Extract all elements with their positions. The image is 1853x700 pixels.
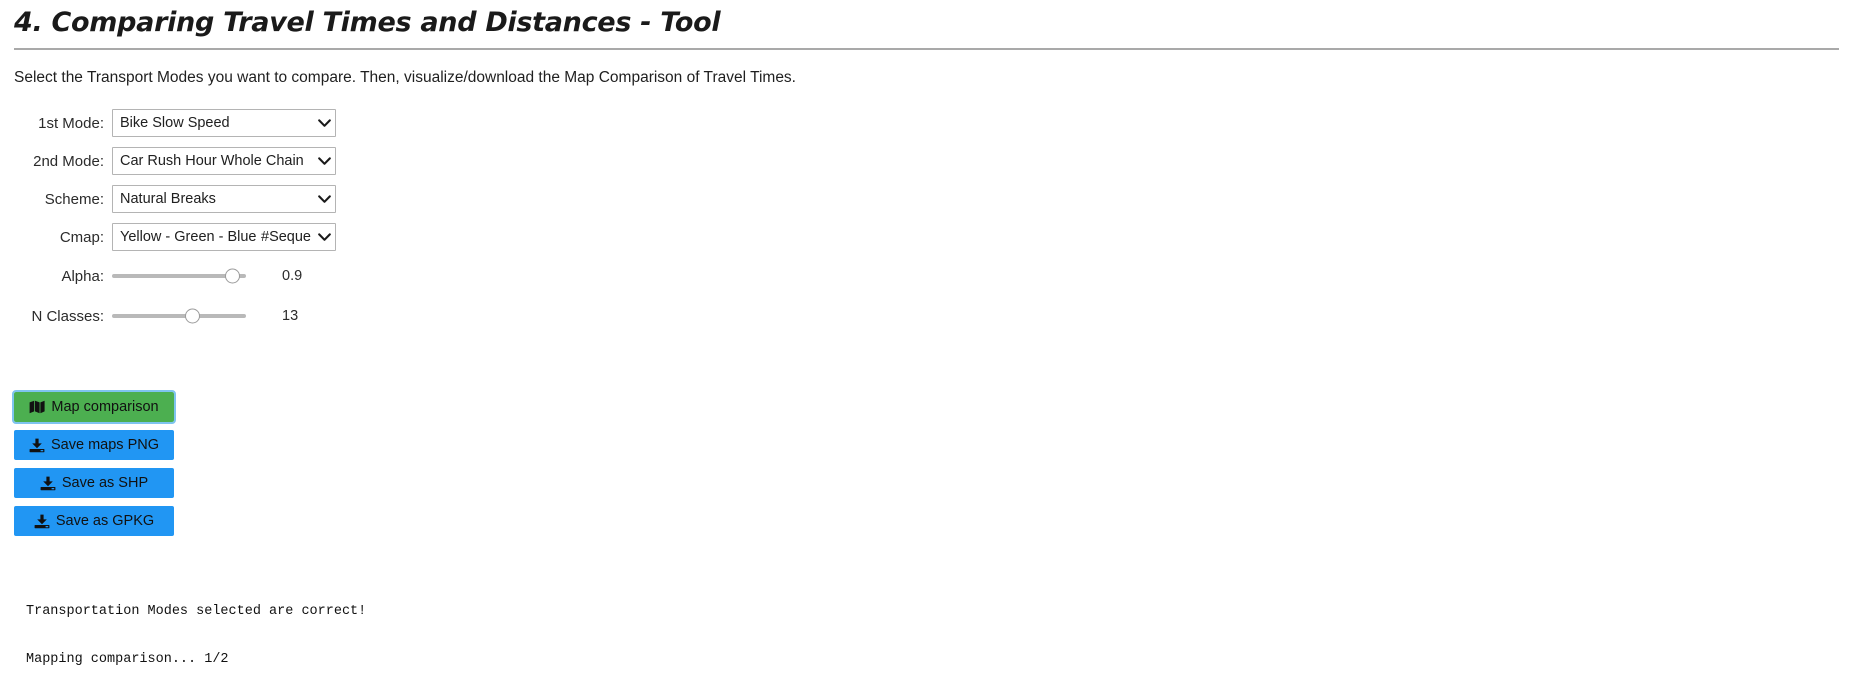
first-mode-value: Bike Slow Speed	[120, 115, 230, 131]
first-mode-label: 1st Mode:	[38, 114, 104, 132]
chevron-down-icon	[313, 186, 335, 212]
cmap-label: Cmap:	[59, 228, 104, 246]
second-mode-select[interactable]: Car Rush Hour Whole Chain	[112, 147, 336, 175]
n-classes-slider-thumb[interactable]	[184, 308, 200, 324]
form-row-first-mode: 1st Mode: Bike Slow Speed	[0, 104, 700, 142]
form-row-cmap: Cmap: Yellow - Green - Blue #Seque	[0, 218, 700, 256]
n-classes-slider[interactable]	[112, 302, 246, 330]
n-classes-label: N Classes:	[31, 307, 104, 325]
alpha-slider[interactable]	[112, 262, 246, 290]
scheme-value: Natural Breaks	[120, 191, 216, 207]
intro-description: Select the Transport Modes you want to c…	[14, 69, 796, 86]
alpha-label: Alpha:	[61, 267, 104, 285]
save-maps-png-button-label: Save maps PNG	[51, 437, 159, 453]
save-as-gpkg-button-label: Save as GPKG	[55, 513, 155, 529]
save-as-shp-button-label: Save as SHP	[61, 475, 149, 491]
tool-page: 4. Comparing Travel Times and Distances …	[0, 0, 1853, 667]
download-icon	[29, 437, 45, 453]
status-line: Mapping comparison... 1/2	[26, 652, 229, 667]
form-row-second-mode: 2nd Mode: Car Rush Hour Whole Chain	[0, 142, 700, 180]
download-icon	[40, 475, 56, 491]
n-classes-slider-track	[112, 314, 246, 318]
controls-form: 1st Mode: Bike Slow Speed 2nd Mode: Car …	[0, 104, 700, 336]
save-as-gpkg-button[interactable]: Save as GPKG	[14, 506, 174, 536]
chevron-down-icon	[313, 110, 335, 136]
chevron-down-icon	[313, 224, 335, 250]
chevron-down-icon	[313, 148, 335, 174]
map-comparison-button[interactable]: Map comparison	[12, 390, 176, 424]
status-line: Transportation Modes selected are correc…	[26, 604, 367, 619]
map-icon	[29, 399, 46, 415]
cmap-select[interactable]: Yellow - Green - Blue #Seque	[112, 223, 336, 251]
first-mode-select[interactable]: Bike Slow Speed	[112, 109, 336, 137]
page-title: 4. Comparing Travel Times and Distances …	[14, 7, 721, 38]
action-buttons: Map comparison Save maps PNG Save as SHP…	[12, 390, 176, 544]
n-classes-value: 13	[282, 308, 299, 324]
cmap-value-suffix: #Seque	[261, 229, 311, 245]
alpha-slider-thumb[interactable]	[225, 268, 241, 284]
scheme-select[interactable]: Natural Breaks	[112, 185, 336, 213]
form-row-scheme: Scheme: Natural Breaks	[0, 180, 700, 218]
map-comparison-button-label: Map comparison	[51, 399, 159, 415]
save-as-shp-button[interactable]: Save as SHP	[14, 468, 174, 498]
scheme-label: Scheme:	[44, 190, 104, 208]
save-maps-png-button[interactable]: Save maps PNG	[14, 430, 174, 460]
second-mode-label: 2nd Mode:	[33, 152, 104, 170]
second-mode-value: Car Rush Hour Whole Chain	[120, 153, 304, 169]
cmap-value: Yellow - Green - Blue	[120, 229, 257, 245]
status-log: Transportation Modes selected are correc…	[26, 572, 366, 700]
download-icon	[34, 513, 50, 529]
form-row-alpha: Alpha: 0.9	[0, 256, 700, 296]
form-row-n-classes: N Classes: 13	[0, 296, 700, 336]
alpha-value: 0.9	[282, 268, 303, 284]
